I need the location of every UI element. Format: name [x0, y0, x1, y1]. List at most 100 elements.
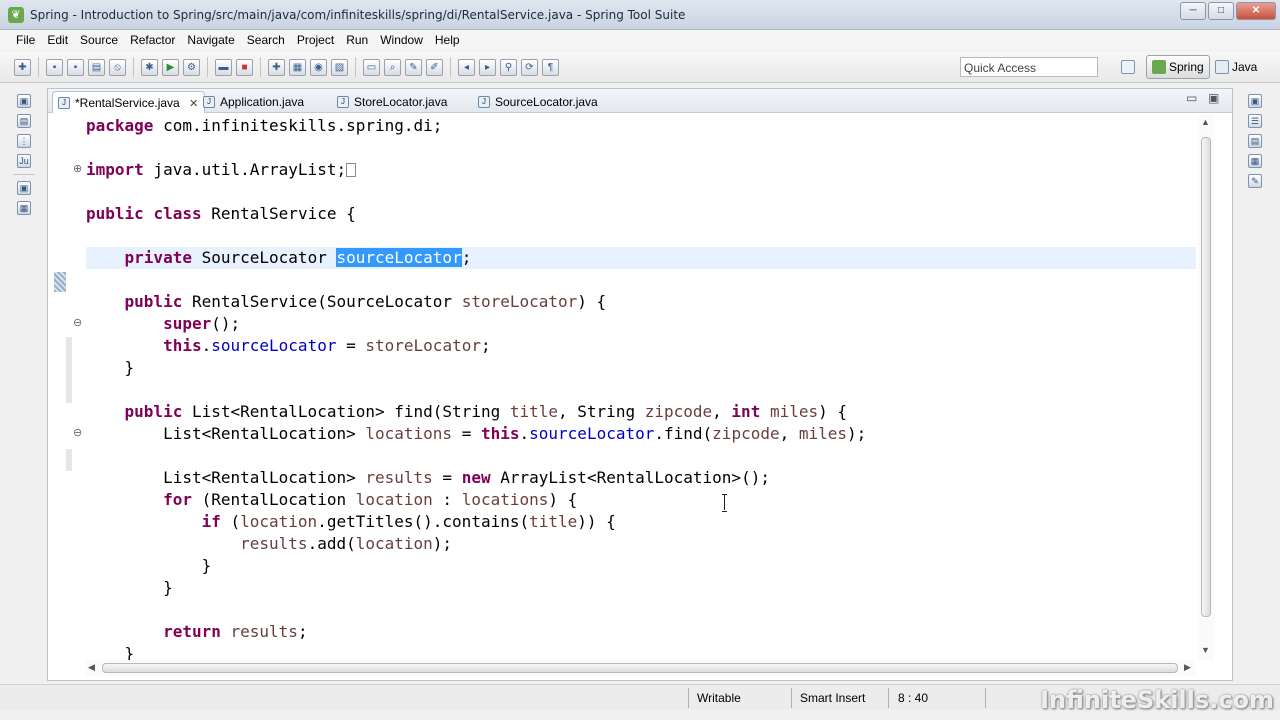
- code-line: public class RentalService {: [86, 204, 356, 223]
- open-type-icon[interactable]: ▧: [331, 58, 348, 76]
- pen-icon[interactable]: ✎: [405, 58, 422, 76]
- forward-icon[interactable]: ▸: [479, 58, 496, 76]
- code-line: List<RentalLocation> results = new Array…: [163, 468, 770, 487]
- menu-search[interactable]: Search: [241, 30, 291, 50]
- menu-project[interactable]: Project: [291, 30, 340, 50]
- collapse-fold-icon[interactable]: ⊖: [73, 426, 82, 439]
- servers-icon[interactable]: ▦: [17, 201, 31, 215]
- quick-access-input[interactable]: Quick Access: [960, 57, 1098, 77]
- back-icon[interactable]: ◂: [458, 58, 475, 76]
- code-line: public List<RentalLocation> find(String …: [124, 402, 848, 421]
- spring-perspective-button[interactable]: Spring: [1146, 55, 1210, 79]
- tab-label: Application.java: [220, 95, 305, 109]
- annotation-ruler: ⊕ ⊖ ⊖: [48, 114, 82, 659]
- menu-window[interactable]: Window: [374, 30, 429, 50]
- open-perspective-button[interactable]: [1116, 55, 1140, 79]
- toolbar-separator: [355, 57, 356, 77]
- toolbar-separator: [133, 57, 134, 77]
- collapse-fold-icon[interactable]: ⊖: [73, 316, 82, 329]
- trim-separator: [13, 174, 35, 175]
- right-trim-bar: ▣ ☰ ▤ ▦ ✎: [1240, 88, 1270, 213]
- tab-label: *RentalService.java: [75, 96, 180, 110]
- outline-icon[interactable]: ☰: [1248, 114, 1262, 128]
- run-icon[interactable]: ▶: [162, 58, 179, 76]
- code-line: for (RentalLocation location : locations…: [163, 490, 578, 509]
- vertical-scrollbar[interactable]: ▲ ▼: [1198, 115, 1214, 660]
- new-package-icon[interactable]: ▦: [289, 58, 306, 76]
- status-insert-mode: Smart Insert: [800, 691, 866, 705]
- search-icon[interactable]: ⌕: [384, 58, 401, 76]
- stop-server-icon[interactable]: ■: [236, 58, 253, 76]
- folded-imports-marker[interactable]: [346, 163, 357, 177]
- current-code-line: private SourceLocator sourceLocator;: [86, 247, 1196, 269]
- print-icon[interactable]: ▤: [88, 58, 105, 76]
- maximize-window-button[interactable]: □: [1208, 2, 1234, 20]
- title-bar: ❦ Spring - Introduction to Spring/src/ma…: [0, 0, 1280, 30]
- watermark-logo: InfiniteSkills.com: [1040, 686, 1274, 714]
- server-icon[interactable]: ▬: [215, 58, 232, 76]
- java-file-icon: J: [203, 96, 215, 108]
- status-separator: [985, 688, 986, 708]
- pin-icon[interactable]: ⚲: [500, 58, 517, 76]
- menu-source[interactable]: Source: [74, 30, 124, 50]
- close-tab-icon[interactable]: ✕: [189, 97, 198, 110]
- save-all-icon[interactable]: ▪: [67, 58, 84, 76]
- horizontal-scrollbar[interactable]: ◀ ▶: [86, 660, 1196, 676]
- tab-label: StoreLocator.java: [354, 95, 448, 109]
- skip-breakpoints-icon[interactable]: ⦸: [109, 58, 126, 76]
- hierarchy-icon[interactable]: ⋮: [17, 134, 31, 148]
- maximize-editor-icon[interactable]: ▣: [1208, 91, 1219, 105]
- tab-source-locator[interactable]: J SourceLocator.java: [473, 91, 604, 113]
- code-line: }: [124, 644, 135, 660]
- minimize-editor-icon[interactable]: ▭: [1186, 91, 1197, 105]
- debug-icon[interactable]: ✱: [141, 58, 158, 76]
- occurrence-marker: [54, 272, 66, 292]
- spring-explorer-icon[interactable]: ▦: [1248, 154, 1262, 168]
- tab-rental-service[interactable]: J *RentalService.java ✕: [52, 91, 206, 113]
- junit-icon[interactable]: Ju: [17, 154, 31, 168]
- close-window-button[interactable]: ✕: [1236, 2, 1276, 20]
- spring-app-icon: ❦: [8, 7, 24, 23]
- scroll-up-icon[interactable]: ▲: [1201, 117, 1210, 127]
- new-icon[interactable]: ✚: [14, 58, 31, 76]
- package-explorer-icon[interactable]: ▤: [17, 114, 31, 128]
- scroll-left-icon[interactable]: ◀: [88, 662, 95, 673]
- tab-store-locator[interactable]: J StoreLocator.java: [332, 91, 453, 113]
- menu-bar: File Edit Source Refactor Navigate Searc…: [0, 30, 1280, 50]
- menu-edit[interactable]: Edit: [41, 30, 74, 50]
- vertical-scroll-thumb[interactable]: [1201, 137, 1211, 617]
- scroll-down-icon[interactable]: ▼: [1201, 645, 1210, 655]
- quick-fix-icon[interactable]: ✎: [1248, 174, 1262, 188]
- menu-navigate[interactable]: Navigate: [181, 30, 240, 50]
- annotation-icon[interactable]: ✐: [426, 58, 443, 76]
- menu-run[interactable]: Run: [340, 30, 374, 50]
- restore-icon[interactable]: ▣: [17, 181, 31, 195]
- external-tools-icon[interactable]: ⚙: [183, 58, 200, 76]
- code-line: super();: [163, 314, 241, 333]
- sync-icon[interactable]: ⟳: [521, 58, 538, 76]
- restore-icon[interactable]: ▣: [17, 94, 31, 108]
- status-separator: [791, 688, 792, 708]
- save-icon[interactable]: ▪: [46, 58, 63, 76]
- expand-fold-icon[interactable]: ⊕: [73, 162, 82, 175]
- new-class-icon[interactable]: ◉: [310, 58, 327, 76]
- tab-application[interactable]: J Application.java: [198, 91, 310, 113]
- menu-refactor[interactable]: Refactor: [124, 30, 181, 50]
- code-area[interactable]: package com.infiniteskills.spring.di; im…: [86, 115, 1196, 660]
- toggle-mark-icon[interactable]: ¶: [542, 58, 559, 76]
- minimize-window-button[interactable]: ─: [1180, 2, 1206, 20]
- open-perspective-icon: [1121, 60, 1135, 74]
- restore-icon[interactable]: ▣: [1248, 94, 1262, 108]
- menu-help[interactable]: Help: [429, 30, 466, 50]
- task-list-icon[interactable]: ▤: [1248, 134, 1262, 148]
- mouse-ibeam-cursor: [722, 494, 728, 512]
- new-java-project-icon[interactable]: ✚: [268, 58, 285, 76]
- scroll-right-icon[interactable]: ▶: [1184, 662, 1191, 673]
- open-folder-icon[interactable]: ▭: [363, 58, 380, 76]
- menu-file[interactable]: File: [10, 30, 41, 50]
- horizontal-scroll-thumb[interactable]: [102, 663, 1178, 673]
- java-perspective-button[interactable]: Java: [1210, 55, 1262, 79]
